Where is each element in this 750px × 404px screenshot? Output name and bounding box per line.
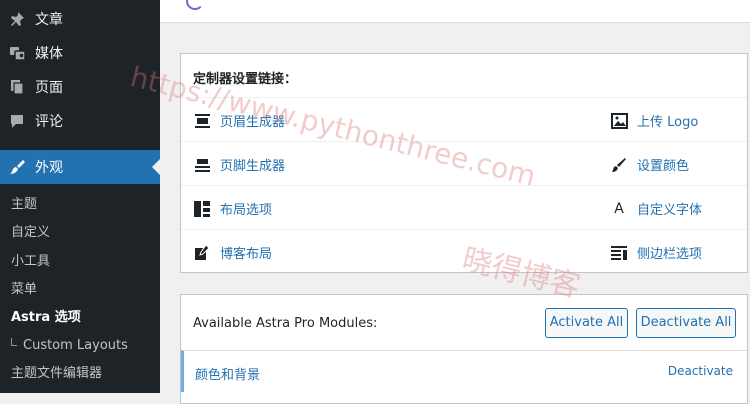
module-name[interactable]: 颜色和背景 [195,364,260,383]
media-icon [8,44,26,62]
link-label: 布局选项 [220,203,273,218]
layout-icon [193,200,211,218]
customizer-links-panel: 定制器设置链接： 页眉生成器 上传 Logo 页脚生成器 设置颜色 布局选项 A… [180,53,748,273]
link-label: 页眉生成器 [220,115,286,130]
pushpin-icon [8,10,26,28]
blog-layout-link[interactable]: 博客布局 [193,243,272,262]
menu-label: 媒体 [35,46,63,62]
menu-label: 文章 [35,12,63,28]
menu-item-appearance[interactable]: 外观 [0,150,160,184]
admin-sidebar: 文章 媒体 页面 评论 外观 主题 自定义 小工具 菜单 Astra 选项 Cu… [0,0,160,393]
submenu-item-widgets[interactable]: 小工具 [0,248,160,276]
panel-title: 定制器设置链接： [193,72,298,87]
menu-item-media[interactable]: 媒体 [0,36,160,70]
set-colors-link[interactable]: 设置颜色 [610,155,689,174]
menu-item-posts[interactable]: 文章 [0,2,160,36]
page-header [160,0,750,23]
links-row: 页眉生成器 上传 Logo [181,97,747,142]
custom-fonts-link[interactable]: A 自定义字体 [610,199,703,219]
deactivate-all-button[interactable]: Deactivate All [636,308,736,338]
paintbrush-icon [610,156,628,174]
layout-options-link[interactable]: 布局选项 [193,199,272,218]
submenu-item-themes[interactable]: 主题 [0,191,160,219]
header-builder-icon [193,112,211,130]
module-deactivate-link[interactable]: Deactivate [668,364,733,378]
submenu-item-astra-options[interactable]: Astra 选项 [0,304,160,332]
links-row: 布局选项 A 自定义字体 [181,185,747,230]
submenu-item-menus[interactable]: 菜单 [0,276,160,304]
menu-item-pages[interactable]: 页面 [0,70,160,104]
submenu-item-customize[interactable]: 自定义 [0,219,160,247]
header-builder-link[interactable]: 页眉生成器 [193,111,285,130]
module-row: 颜色和背景 Deactivate [181,350,747,392]
footer-builder-icon [193,156,211,174]
menu-label: 外观 [35,160,63,176]
pages-icon [8,78,26,96]
link-label: 博客布局 [220,247,273,262]
typography-icon: A [614,200,624,217]
menu-label: 页面 [35,80,63,96]
menu-label: 评论 [35,114,63,130]
panel-title: Available Astra Pro Modules: [193,316,378,331]
link-label: 上传 Logo [637,115,699,130]
links-row: 博客布局 侧边栏选项 [181,229,747,274]
appearance-icon [8,158,26,176]
submenu-label: Custom Layouts [23,338,128,353]
upload-logo-link[interactable]: 上传 Logo [610,111,698,130]
current-menu-arrow [152,159,160,175]
sidebar-options-link[interactable]: 侧边栏选项 [610,243,702,262]
astra-pro-modules-panel: Available Astra Pro Modules: Activate Al… [180,294,748,404]
logo-icon [186,0,204,10]
submenu-item-custom-layouts[interactable]: Custom Layouts [0,332,160,360]
link-label: 侧边栏选项 [637,247,703,262]
submenu-item-theme-file-editor[interactable]: 主题文件编辑器 [0,360,160,388]
footer-builder-link[interactable]: 页脚生成器 [193,155,285,174]
link-label: 自定义字体 [637,203,703,218]
nested-corner-icon [11,338,17,346]
menu-item-comments[interactable]: 评论 [0,104,160,138]
activate-all-button[interactable]: Activate All [545,308,628,338]
link-label: 页脚生成器 [220,159,286,174]
edit-icon [193,244,211,262]
links-row: 页脚生成器 设置颜色 [181,141,747,186]
image-upload-icon [610,112,628,130]
comments-icon [8,112,26,130]
link-label: 设置颜色 [637,159,690,174]
sidebar-icon [610,244,628,262]
